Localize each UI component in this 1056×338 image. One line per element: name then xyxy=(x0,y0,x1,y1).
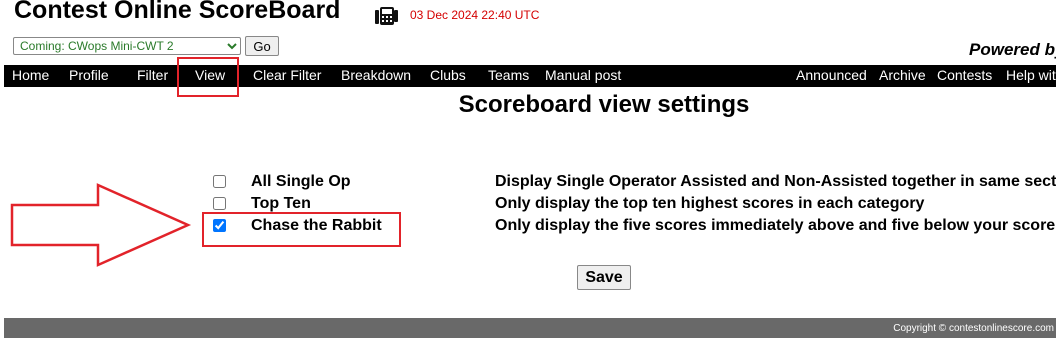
contest-select[interactable]: Coming: CWops Mini-CWT 2 xyxy=(13,37,241,55)
all-single-op-description: Display Single Operator Assisted and Non… xyxy=(495,173,1056,190)
nav-clubs[interactable]: Clubs xyxy=(430,67,466,83)
save-button[interactable]: Save xyxy=(577,265,631,290)
rabbit-highlight-box xyxy=(202,212,401,247)
arrow-annotation-icon xyxy=(10,183,192,267)
nav-clear-filter[interactable]: Clear Filter xyxy=(253,67,321,83)
nav-contests[interactable]: Contests xyxy=(937,67,992,83)
top-ten-description: Only display the top ten highest scores … xyxy=(495,195,925,212)
powered-by-text: Powered by xyxy=(969,40,1056,59)
timestamp: 03 Dec 2024 22:40 UTC xyxy=(410,8,540,22)
nav-home[interactable]: Home xyxy=(12,67,49,83)
nav-profile[interactable]: Profile xyxy=(69,67,109,83)
phone-icon xyxy=(375,7,398,25)
nav-manual-post[interactable]: Manual post xyxy=(545,67,621,83)
copyright-text: Copyright © contestonlinescore.com xyxy=(893,323,1054,334)
page-title: Scoreboard view settings xyxy=(458,91,750,118)
chase-the-rabbit-description: Only display the five scores immediately… xyxy=(495,217,1056,234)
nav-teams[interactable]: Teams xyxy=(488,67,529,83)
footer: Copyright © contestonlinescore.com xyxy=(4,318,1056,338)
top-ten-label: Top Ten xyxy=(251,195,311,212)
nav-help[interactable]: Help wit xyxy=(1006,67,1056,83)
nav-filter[interactable]: Filter xyxy=(137,67,168,83)
app-title: Contest Online ScoreBoard xyxy=(14,0,341,24)
all-single-op-label: All Single Op xyxy=(251,173,351,190)
nav-archive[interactable]: Archive xyxy=(879,67,926,83)
nav-bar: Home Profile Filter View Clear Filter Br… xyxy=(4,65,1056,87)
nav-announced[interactable]: Announced xyxy=(796,67,867,83)
go-button[interactable]: Go xyxy=(245,36,279,56)
nav-breakdown[interactable]: Breakdown xyxy=(341,67,411,83)
top-ten-checkbox[interactable] xyxy=(213,197,226,210)
all-single-op-checkbox[interactable] xyxy=(213,175,226,188)
